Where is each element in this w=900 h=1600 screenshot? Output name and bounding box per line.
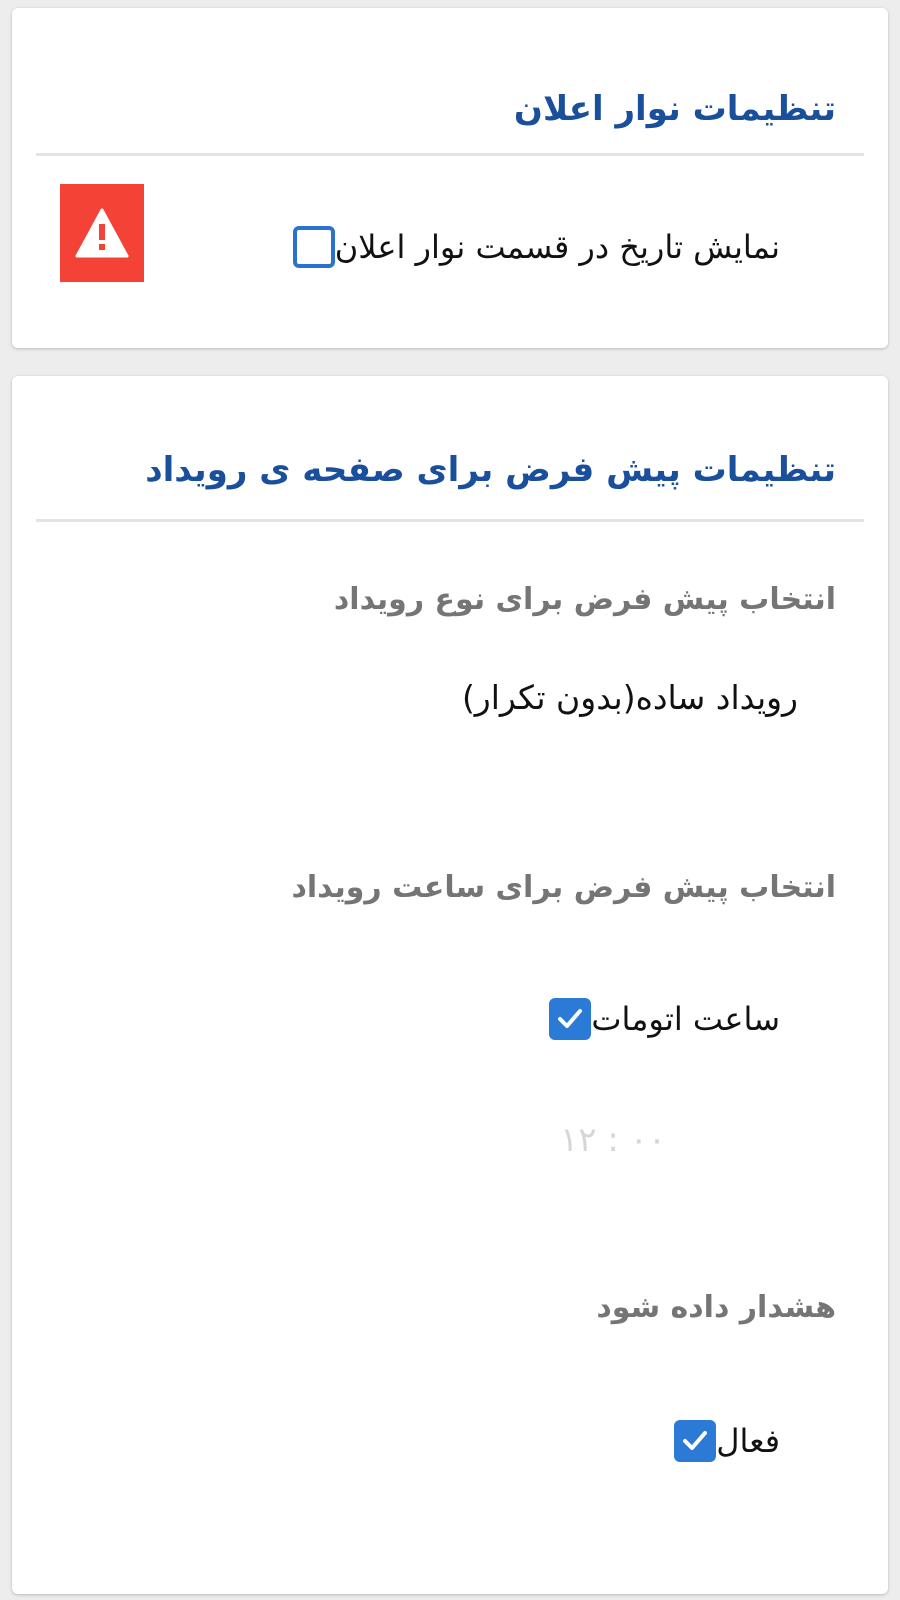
show-date-label: نمایش تاریخ در قسمت نوار اعلان <box>334 228 780 266</box>
checkmark-icon <box>558 1009 583 1028</box>
warning-button[interactable] <box>60 184 144 282</box>
notification-settings-title: تنظیمات نوار اعلان <box>513 89 836 129</box>
alert-active-option[interactable]: فعال <box>674 1416 798 1466</box>
checkmark-icon <box>683 1431 708 1450</box>
event-time-label: انتخاب پیش فرض برای ساعت رویداد <box>291 870 836 905</box>
time-value: ۱۲ : ۰۰ <box>560 1120 667 1160</box>
alert-active-checkbox[interactable] <box>674 1420 717 1462</box>
auto-time-option[interactable]: ساعت اتومات <box>549 994 798 1044</box>
notification-settings-card: تنظیمات نوار اعلان نمایش تاریخ در قسمت ن… <box>12 8 888 348</box>
auto-time-checkbox[interactable] <box>549 998 592 1040</box>
show-date-option[interactable]: نمایش تاریخ در قسمت نوار اعلان <box>292 222 798 272</box>
alert-label: هشدار داده شود <box>596 1290 836 1325</box>
event-defaults-card: تنظیمات پیش فرض برای صفحه ی رویداد انتخا… <box>12 376 888 1594</box>
auto-time-label: ساعت اتومات <box>591 1000 780 1038</box>
event-type-value[interactable]: رویداد ساده(بدون تکرار) <box>462 678 798 717</box>
divider <box>36 153 864 156</box>
divider <box>36 519 864 522</box>
event-type-label: انتخاب پیش فرض برای نوع رویداد <box>333 582 836 617</box>
warning-triangle-icon <box>75 208 129 258</box>
show-date-checkbox[interactable] <box>292 226 335 268</box>
event-defaults-title: تنظیمات پیش فرض برای صفحه ی رویداد <box>145 450 836 490</box>
alert-active-label: فعال <box>716 1422 780 1460</box>
